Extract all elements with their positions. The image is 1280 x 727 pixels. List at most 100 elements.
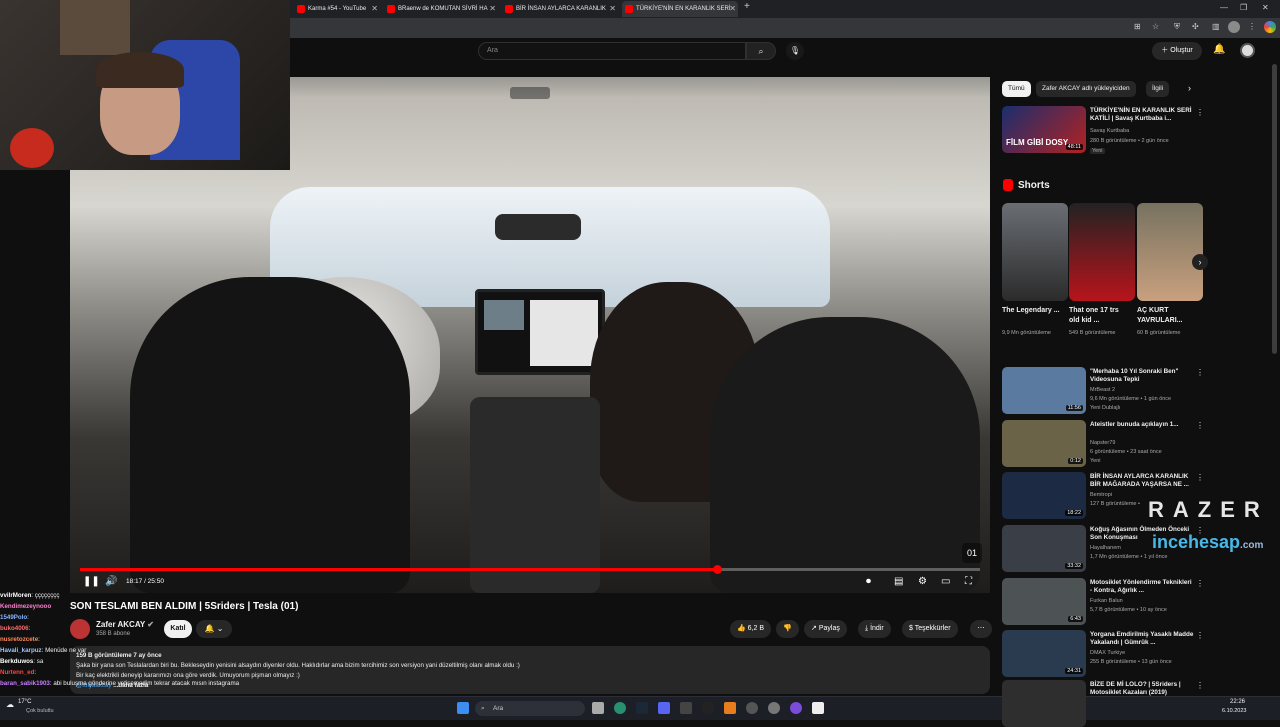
puzzle-icon[interactable]: ✣ <box>1192 22 1199 31</box>
chip-from-uploader[interactable]: Zafer AKCAY adlı yükleyiciden <box>1036 81 1136 97</box>
video-title[interactable]: Motosiklet Yönlendirme Teknikleri - Kont… <box>1090 579 1194 595</box>
more-options-icon[interactable]: ⋮ <box>1196 526 1204 535</box>
edge-icon[interactable] <box>614 702 626 714</box>
dislike-button[interactable]: 👎 <box>776 620 799 638</box>
video-title[interactable]: BİR İNSAN AYLARCA KARANLIK BİR MAĞARADA … <box>1090 473 1194 489</box>
pause-icon[interactable]: ❚❚ <box>83 576 100 587</box>
settings-gear-icon[interactable]: ⚙ <box>918 576 927 587</box>
chip-related[interactable]: İlgili <box>1146 81 1170 97</box>
video-thumbnail[interactable]: 18:22 <box>1002 472 1086 519</box>
shorts-next-button[interactable]: › <box>1192 254 1208 270</box>
short-thumbnail[interactable] <box>1069 203 1135 301</box>
assistant-icon[interactable] <box>1264 21 1276 33</box>
shield-icon[interactable]: ⛨ <box>1174 22 1180 32</box>
video-title[interactable]: Yorgana Emdirilmiş Yasaklı Madde Yakalan… <box>1090 631 1194 647</box>
close-icon[interactable]: ✕ <box>609 1 616 17</box>
video-thumbnail[interactable]: 0:12 <box>1002 420 1086 467</box>
chevron-right-icon[interactable]: › <box>1188 83 1191 93</box>
channel-name[interactable]: Napster79 <box>1090 440 1115 446</box>
share-button[interactable]: ↗ Paylaş <box>804 620 847 638</box>
more-options-icon[interactable]: ⋮ <box>1196 108 1204 117</box>
search-button[interactable]: ⌕ <box>746 42 776 60</box>
channel-name[interactable]: Bemtropi <box>1090 492 1112 498</box>
video-thumbnail[interactable]: 33:32 <box>1002 525 1086 572</box>
sidebar-icon[interactable]: ▥ <box>1212 22 1220 31</box>
window-close-icon[interactable]: ✕ <box>1262 3 1269 12</box>
search-input[interactable]: Ara <box>478 42 746 60</box>
thanks-button[interactable]: $ Teşekkürler <box>902 620 958 638</box>
channel-name[interactable]: MrBeast 2 <box>1090 387 1115 393</box>
create-button[interactable]: ＋ Oluştur <box>1152 42 1202 60</box>
like-button[interactable]: 👍 6,2 B <box>730 620 772 638</box>
video-thumbnail[interactable]: 6:43 <box>1002 578 1086 625</box>
video-title[interactable]: "Merhaba 10 Yıl Sonraki Ben" Videosuna T… <box>1090 368 1194 384</box>
video-title[interactable]: BİZE DE Mİ LOLO? | 5Sriders | Motosiklet… <box>1090 681 1194 697</box>
video-thumbnail[interactable]: 24:31 <box>1002 630 1086 677</box>
scrollbar[interactable] <box>1272 64 1277 354</box>
close-icon[interactable]: ✕ <box>371 1 378 17</box>
profile-avatar[interactable] <box>1228 21 1240 33</box>
shelf <box>60 0 130 55</box>
short-title[interactable]: The Legendary ... <box>1002 306 1062 316</box>
volume-icon[interactable]: 🔊 <box>105 576 117 587</box>
more-options-icon[interactable]: ⋮ <box>1196 473 1204 482</box>
windows-start-icon[interactable] <box>457 702 469 714</box>
maximize-icon[interactable]: ❐ <box>1240 3 1247 12</box>
app-icon[interactable] <box>812 702 824 714</box>
more-options-icon[interactable]: ⋮ <box>1196 421 1204 430</box>
short-title[interactable]: AÇ KURT YAVRULARI... <box>1137 306 1197 326</box>
subtitles-icon[interactable]: ▤ <box>894 576 903 587</box>
minimize-icon[interactable]: — <box>1220 3 1228 12</box>
more-options-icon[interactable]: ⋮ <box>1196 681 1204 690</box>
short-thumbnail[interactable] <box>1137 203 1203 301</box>
clock-date[interactable]: 6.10.2023 <box>1222 708 1246 714</box>
bookmark-star-icon[interactable]: ☆ <box>1152 22 1159 31</box>
chip-all[interactable]: Tümü <box>1002 81 1031 97</box>
channel-name[interactable]: Savaş Kurtbaba <box>1090 128 1129 134</box>
steam-icon[interactable] <box>636 702 648 714</box>
theater-mode-icon[interactable]: ▭ <box>941 576 950 587</box>
browser-tab[interactable]: Karma #54 - YouTube ✕ <box>294 1 380 17</box>
app-icon[interactable] <box>724 702 736 714</box>
video-thumbnail[interactable]: 11:56 <box>1002 367 1086 414</box>
fullscreen-icon[interactable]: ⛶ <box>965 576 972 587</box>
app-icon[interactable] <box>790 702 802 714</box>
browser-tab[interactable]: BRaenw de KOMUTAN SİVRİ HA ✕ <box>384 1 498 17</box>
mic-button[interactable]: 🎙 <box>786 42 804 60</box>
close-icon[interactable]: ✕ <box>729 1 736 17</box>
miniplayer-icon[interactable] <box>510 87 550 99</box>
autoplay-toggle[interactable]: ⏺ <box>866 576 871 587</box>
short-thumbnail[interactable] <box>1002 203 1068 301</box>
more-actions-button[interactable]: ⋯ <box>970 620 992 638</box>
browser-tab[interactable]: BİR İNSAN AYLARCA KARANLIK ✕ <box>502 1 618 17</box>
short-title[interactable]: That one 17 trs old kid ... <box>1069 306 1129 326</box>
bell-icon[interactable]: 🔔 <box>1213 44 1225 55</box>
app-icon[interactable] <box>768 702 780 714</box>
menu-icon[interactable]: ⋮ <box>1248 22 1256 31</box>
weather-temp[interactable]: 17°C <box>18 699 31 705</box>
channel-name[interactable]: DMAX Turkiye <box>1090 650 1125 656</box>
download-button[interactable]: ⤓ İndir <box>858 620 891 638</box>
more-options-icon[interactable]: ⋮ <box>1196 579 1204 588</box>
extension-icon[interactable]: ⊞ <box>1134 22 1141 31</box>
file-explorer-icon[interactable] <box>592 702 604 714</box>
app-icon[interactable] <box>680 702 692 714</box>
epic-icon[interactable] <box>702 702 714 714</box>
more-options-icon[interactable]: ⋮ <box>1196 631 1204 640</box>
video-title[interactable]: Koğuş Ağasının Ölmeden Önceki Son Konuşm… <box>1090 526 1194 542</box>
video-thumbnail[interactable]: FİLM GİBİ DOSY 48:11 <box>1002 106 1086 153</box>
channel-name[interactable]: Furkan Balun <box>1090 598 1123 604</box>
more-options-icon[interactable]: ⋮ <box>1196 368 1204 377</box>
channel-name[interactable]: Hayalhanem <box>1090 545 1121 551</box>
video-title[interactable]: Ateistler bunuda açıklayın 1... <box>1090 421 1194 429</box>
discord-icon[interactable] <box>658 702 670 714</box>
account-avatar[interactable] <box>1240 43 1255 58</box>
clock-time[interactable]: 22:26 <box>1230 699 1245 705</box>
new-tab-button[interactable]: + <box>744 1 750 12</box>
close-icon[interactable]: ✕ <box>489 1 496 17</box>
progress-bar[interactable] <box>80 565 980 574</box>
browser-tab-active[interactable]: TÜRKİYE'NİN EN KARANLIK SERİ ✕ <box>622 1 738 17</box>
obs-icon[interactable] <box>746 702 758 714</box>
taskbar-search[interactable]: ⌕ Ara <box>475 701 585 716</box>
video-title[interactable]: TÜRKİYE'NİN EN KARANLIK SERİ KATİLİ | Sa… <box>1090 107 1194 123</box>
